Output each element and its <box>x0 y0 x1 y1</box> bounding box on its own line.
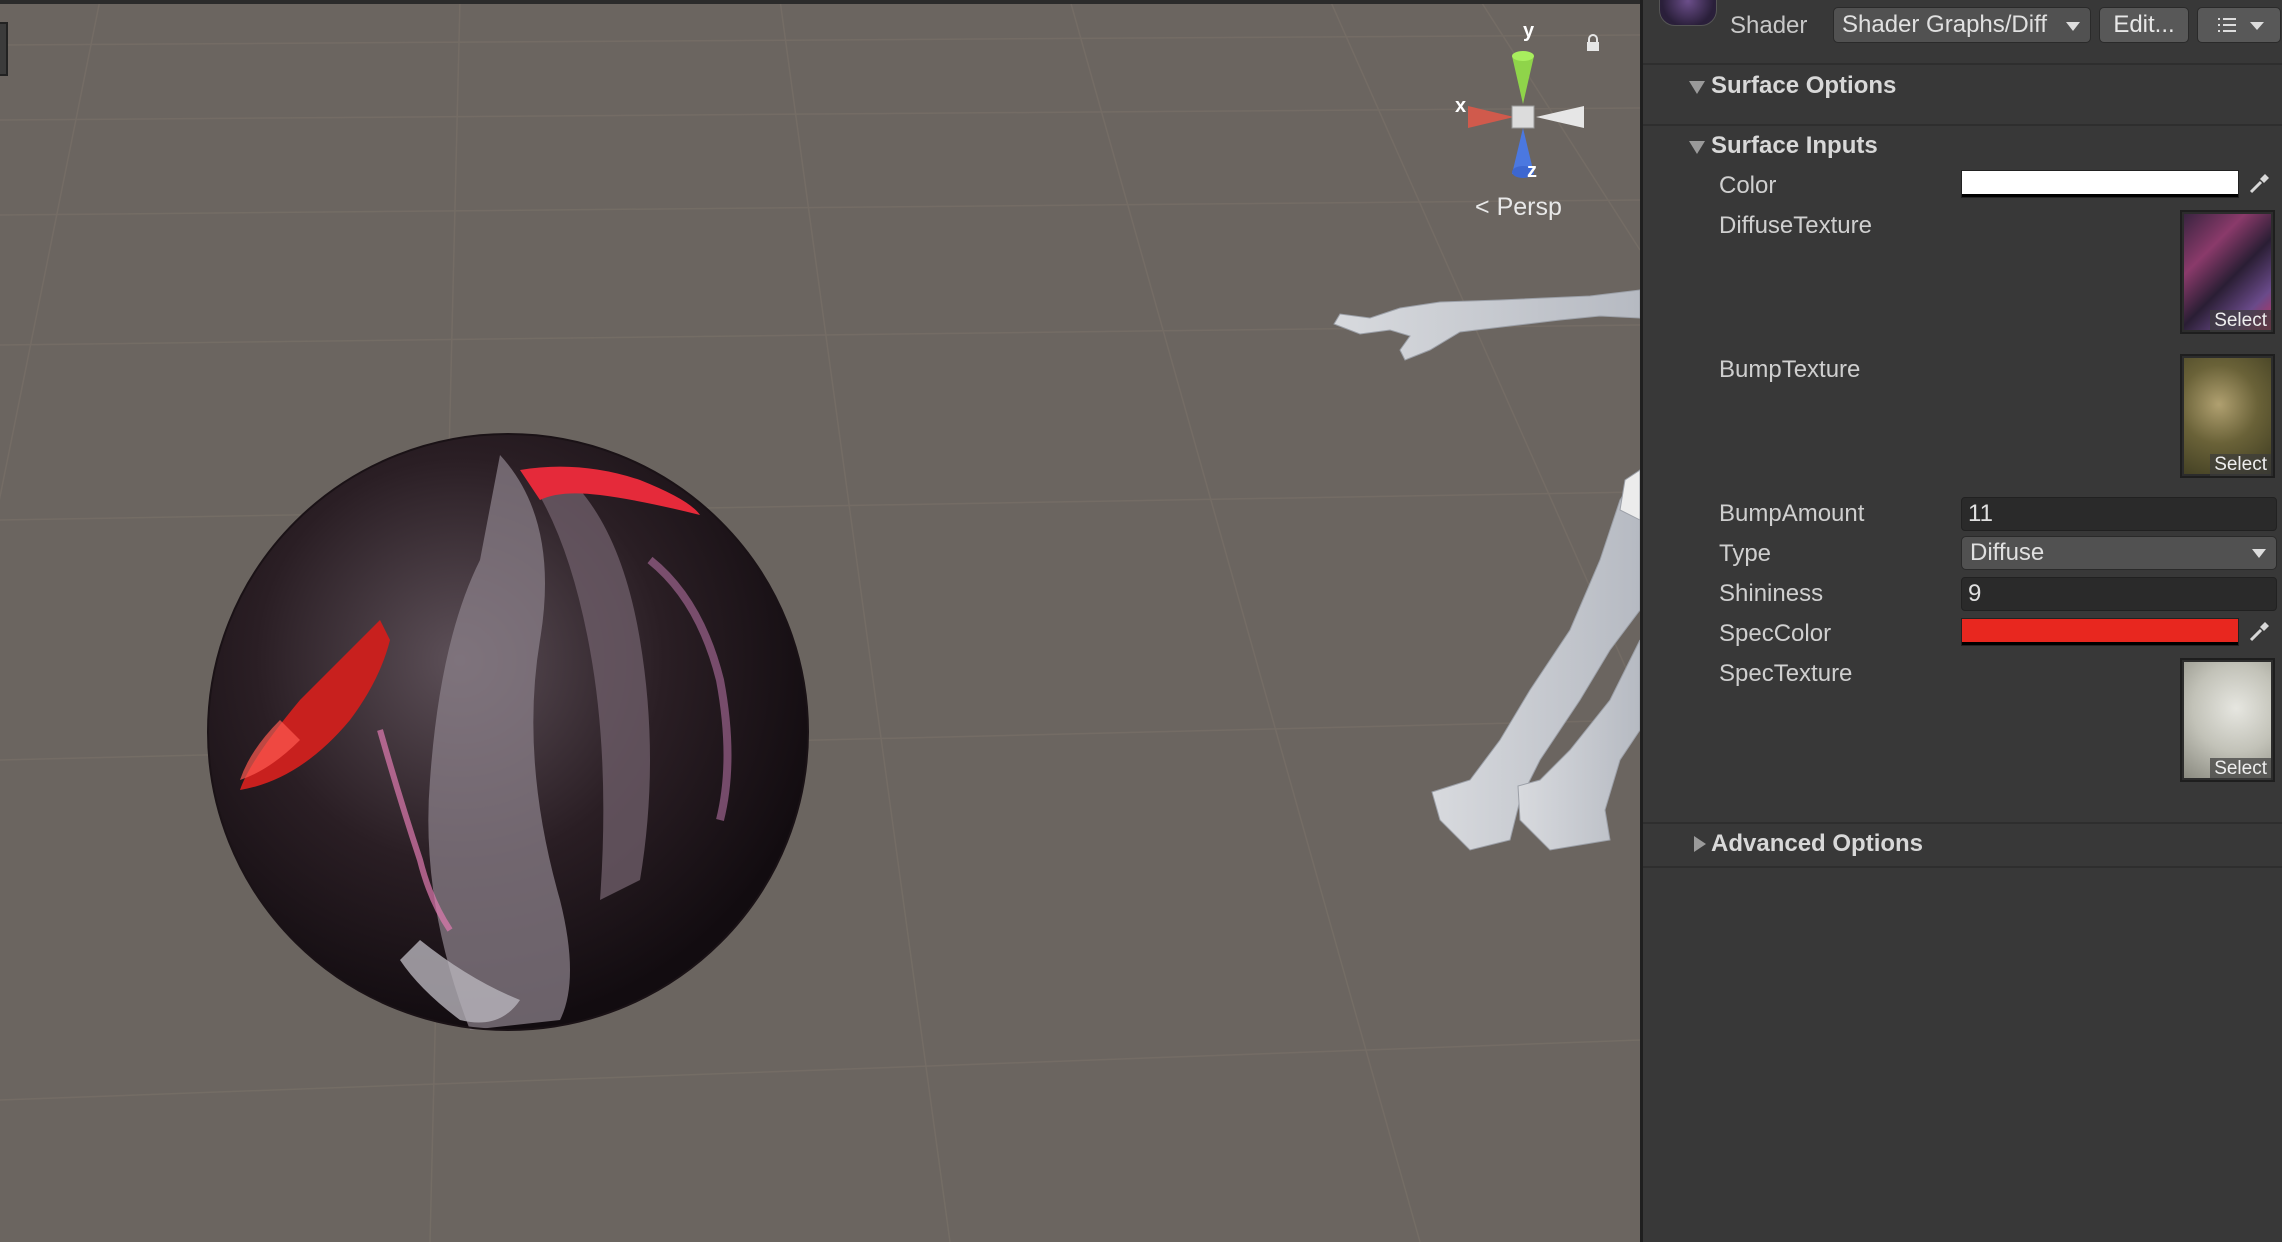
foldout-expanded-icon <box>1689 81 1705 94</box>
shader-options-button[interactable] <box>2197 7 2281 43</box>
bump-amount-label: BumpAmount <box>1719 500 1865 527</box>
material-preview-icon <box>1659 0 1717 26</box>
gizmo-y-label[interactable]: y <box>1523 20 1534 43</box>
type-dropdown[interactable]: Diffuse <box>1961 536 2277 570</box>
section-separator <box>1643 866 2282 868</box>
eyedropper-icon[interactable] <box>2246 171 2272 197</box>
list-menu-icon <box>2218 18 2264 32</box>
section-separator <box>1643 63 2282 65</box>
lock-icon[interactable] <box>1584 34 1602 52</box>
spec-texture-slot[interactable]: Select <box>2180 658 2275 782</box>
projection-toggle[interactable]: < Persp <box>1475 193 1562 222</box>
shader-label: Shader <box>1730 12 1808 39</box>
chevron-down-icon <box>2066 22 2080 31</box>
bump-texture-select-button[interactable]: Select <box>2210 454 2271 476</box>
scene-grid <box>0 0 1640 1242</box>
scene-top-border <box>0 0 1640 4</box>
spec-color-swatch[interactable] <box>1961 618 2239 646</box>
foldout-expanded-icon <box>1689 141 1705 154</box>
advanced-options-header[interactable]: Advanced Options <box>1643 824 2282 864</box>
eyedropper-icon[interactable] <box>2246 619 2272 645</box>
bump-texture-label: BumpTexture <box>1719 356 1861 383</box>
bump-amount-field[interactable]: 11 <box>1961 497 2277 531</box>
surface-inputs-header[interactable]: Surface Inputs <box>1643 126 2282 166</box>
shader-row: Shader Shader Graphs/Diff Edit... <box>1643 0 2282 50</box>
bump-texture-slot[interactable]: Select <box>2180 354 2275 478</box>
diffuse-texture-label: DiffuseTexture <box>1719 212 1872 239</box>
shininess-field[interactable]: 9 <box>1961 577 2277 611</box>
shader-dropdown-value: Shader Graphs/Diff <box>1842 11 2047 38</box>
color-swatch[interactable] <box>1961 170 2239 198</box>
scene-overlay-tab[interactable] <box>0 22 8 76</box>
diffuse-texture-slot[interactable]: Select <box>2180 210 2275 334</box>
spec-color-label: SpecColor <box>1719 620 1832 647</box>
advanced-options-title: Advanced Options <box>1711 830 1924 857</box>
character-legs <box>1431 469 1640 851</box>
material-inspector: Shader Shader Graphs/Diff Edit... Surfac… <box>1640 0 2282 1242</box>
shader-dropdown[interactable]: Shader Graphs/Diff <box>1833 7 2091 43</box>
spec-texture-label: SpecTexture <box>1719 660 1853 687</box>
chevron-left-icon: < <box>1475 193 1490 221</box>
textured-sphere <box>207 433 809 1031</box>
type-dropdown-value: Diffuse <box>1970 539 2045 566</box>
surface-inputs-title: Surface Inputs <box>1711 132 1878 159</box>
edit-shader-button[interactable]: Edit... <box>2099 7 2189 43</box>
foldout-collapsed-icon <box>1694 836 1706 852</box>
gizmo-x-label[interactable]: x <box>1455 95 1466 118</box>
surface-options-title: Surface Options <box>1711 72 1897 99</box>
scene-view[interactable]: y x z < Persp <box>0 0 1640 1242</box>
color-label: Color <box>1719 172 1777 199</box>
color-alpha-bar <box>1962 194 2238 197</box>
type-label: Type <box>1719 540 1772 567</box>
gizmo-z-label[interactable]: z <box>1527 160 1537 183</box>
chevron-down-icon <box>2252 549 2266 558</box>
surface-options-header[interactable]: Surface Options <box>1643 66 2282 106</box>
spec-texture-select-button[interactable]: Select <box>2210 758 2271 780</box>
projection-label: Persp <box>1496 193 1562 221</box>
orientation-gizmo[interactable]: y x z <box>1440 20 1600 190</box>
color-alpha-bar <box>1962 642 2238 645</box>
shininess-label: Shininess <box>1719 580 1824 607</box>
diffuse-texture-select-button[interactable]: Select <box>2210 310 2271 332</box>
